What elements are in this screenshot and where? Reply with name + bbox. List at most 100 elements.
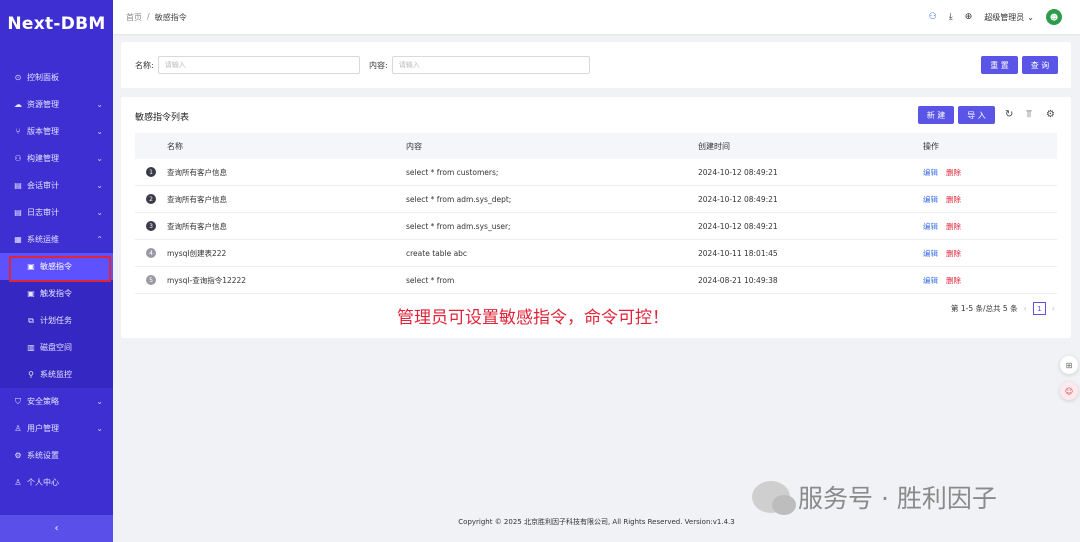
sidebar-collapse-button[interactable]: ‹ — [0, 515, 113, 542]
sidebar-item[interactable]: ⧉ 计划任务 — [0, 307, 113, 334]
avatar[interactable]: ☻ — [1046, 9, 1062, 25]
refresh-icon[interactable]: ↻ — [1005, 109, 1013, 120]
cell-name: mysql创建表222 — [167, 248, 227, 258]
new-button[interactable]: 新 建 — [918, 106, 954, 124]
sidebar-item-label: 系统设置 — [27, 451, 59, 460]
cell-name: 查询所有客户信息 — [167, 194, 227, 204]
delete-link[interactable]: 删除 — [946, 221, 961, 232]
row-index: 5 — [146, 275, 156, 285]
prev-page-icon[interactable]: ‹ — [1024, 304, 1027, 313]
settings-icon[interactable]: ⚙ — [1046, 109, 1055, 120]
delete-link[interactable]: 删除 — [946, 275, 961, 286]
cell-content: select * from — [406, 275, 455, 285]
sidebar-item-label: 安全策略 — [27, 397, 59, 406]
command-icon: ▣ — [27, 262, 35, 271]
search-panel: 名称: 请输入 内容: 请输入 重 置 查 询 — [121, 42, 1071, 88]
cell-name: 查询所有客户信息 — [167, 167, 227, 177]
sidebar-item[interactable]: ☁ 资源管理 ⌄ — [0, 91, 113, 118]
sidebar-item[interactable]: ▤ 日志审计 ⌄ — [0, 199, 113, 226]
trigger-icon: ▣ — [27, 289, 35, 298]
cell-time: 2024-10-12 08:49:21 — [698, 221, 778, 231]
sidebar-item[interactable]: ♙ 用户管理 ⌄ — [0, 415, 113, 442]
name-field-group: 名称: 请输入 — [135, 56, 360, 74]
shield-icon: ⛉ — [15, 396, 21, 406]
branch-icon: ⑂ — [15, 127, 21, 136]
sidebar-item[interactable]: ⚇ 构建管理 ⌄ — [0, 145, 113, 172]
header-actions: ⚇ ⤓ ⊕ 超级管理员 ⌄ ☻ — [929, 0, 1062, 34]
cloud-icon: ☁ — [14, 100, 22, 109]
sidebar-item-label: 控制面板 — [27, 73, 59, 82]
sidebar-item[interactable]: ⊙ 控制面板 — [0, 64, 113, 91]
globe-icon[interactable]: ⊕ — [965, 12, 973, 22]
assistant-float-icon[interactable]: ☺ — [1060, 382, 1078, 400]
sidebar-menu: ⊙ 控制面板 ☁ 资源管理 ⌄ ⑂ 版本管理 ⌄ ⚇ 构建管理 ⌄ ▤ 会话审计 ⌄ ▤ 日志审计 ⌄ ▦ 系统运维… — [0, 64, 113, 496]
table-body: 1 查询所有客户信息 select * from customers; 2024-10… — [135, 159, 1057, 294]
sidebar-item[interactable]: ⚙ 系统设置 — [0, 442, 113, 469]
chevron-icon: ⌄ — [96, 100, 103, 109]
cell-time: 2024-10-12 08:49:21 — [698, 167, 778, 177]
apps-float-icon[interactable]: ⊞ — [1060, 356, 1078, 374]
list-title: 敏感指令列表 — [135, 113, 190, 123]
next-page-icon[interactable]: › — [1052, 304, 1055, 313]
sidebar-item-label: 系统运维 — [27, 235, 59, 244]
table-row: 4 mysql创建表222 create table abc 2024-10-11 1… — [135, 240, 1057, 267]
chevron-icon: ⌃ — [96, 235, 103, 244]
cell-content: create table abc — [406, 248, 468, 258]
sidebar-item-label: 用户管理 — [27, 424, 59, 433]
name-input[interactable]: 请输入 — [157, 56, 360, 74]
sidebar-item[interactable]: ▦ 系统运维 ⌃ — [0, 226, 113, 253]
sidebar-item[interactable]: ▥ 磁盘空间 — [0, 334, 113, 361]
edit-link[interactable]: 编辑 — [923, 248, 938, 259]
content-input[interactable]: 请输入 — [391, 56, 590, 74]
user-icon: ♙ — [14, 424, 22, 433]
sidebar-item[interactable]: ⛉ 安全策略 ⌄ — [0, 388, 113, 415]
sidebar-item[interactable]: ⚲ 系统监控 — [0, 361, 113, 388]
sidebar-item[interactable]: ▣ 触发指令 — [0, 280, 113, 307]
query-button[interactable]: 查 询 — [1022, 56, 1058, 74]
breadcrumb-home[interactable]: 首页 — [126, 12, 142, 23]
delete-link[interactable]: 删除 — [946, 194, 961, 205]
app-logo: Next-DBM — [7, 14, 106, 34]
download-icon[interactable]: ⤓ — [949, 12, 953, 22]
edit-link[interactable]: 编辑 — [923, 221, 938, 232]
import-button[interactable]: 导 入 — [958, 106, 995, 124]
sidebar-item-label: 资源管理 — [27, 100, 59, 109]
table-row: 5 mysql-查询指令12222 select * from 2024-08-21 … — [135, 267, 1057, 294]
page-1-button[interactable]: 1 — [1032, 302, 1046, 315]
watermark-text: 服务号 · 胜利因子 — [798, 484, 997, 513]
column-ops: 操作 — [923, 141, 939, 151]
sidebar-item-label: 日志审计 — [27, 208, 59, 217]
row-index: 4 — [146, 248, 156, 258]
pagination: 第 1-5 条/总共 5 条 ‹ 1 › — [951, 302, 1055, 315]
breadcrumb: 首页 / 敏感指令 — [126, 12, 187, 23]
row-index: 1 — [146, 167, 156, 177]
cell-content: select * from customers; — [406, 167, 499, 177]
sidebar-item-label: 磁盘空间 — [40, 343, 72, 352]
breadcrumb-current: 敏感指令 — [154, 12, 187, 22]
chevron-icon: ⌄ — [96, 154, 103, 163]
edit-link[interactable]: 编辑 — [923, 167, 938, 178]
column-height-icon[interactable]: ⫪ — [1026, 109, 1032, 120]
command-list-panel: 敏感指令列表 新 建 导 入 ↻ ⫪ ⚙ 名称 内容 创建时间 操作 1 查询所有… — [121, 97, 1071, 338]
sidebar-item[interactable]: ▤ 会话审计 ⌄ — [0, 172, 113, 199]
pagination-summary: 第 1-5 条/总共 5 条 — [951, 304, 1018, 313]
gear-icon: ⚙ — [14, 451, 22, 460]
delete-link[interactable]: 删除 — [946, 167, 961, 178]
watermark: 服务号 · 胜利因子 — [752, 479, 997, 515]
sitemap-icon[interactable]: ⚇ — [929, 12, 937, 22]
build-icon: ⚇ — [14, 154, 22, 163]
edit-link[interactable]: 编辑 — [923, 275, 938, 286]
sidebar-item[interactable]: ▣ 敏感指令 — [0, 253, 113, 280]
person-icon: ♙ — [14, 478, 22, 487]
chevron-left-icon: ‹ — [54, 523, 59, 534]
table-row: 2 查询所有客户信息 select * from adm.sys_dept; 2024… — [135, 186, 1057, 213]
column-content: 内容 — [406, 141, 422, 151]
delete-link[interactable]: 删除 — [946, 248, 961, 259]
footer-copyright: Copyright © 2025 北京胜利因子科技有限公司, All Right… — [458, 518, 735, 526]
sidebar-item[interactable]: ♙ 个人中心 — [0, 469, 113, 496]
edit-link[interactable]: 编辑 — [923, 194, 938, 205]
chevron-icon: ⌄ — [96, 424, 103, 433]
reset-button[interactable]: 重 置 — [981, 56, 1018, 74]
sidebar-item[interactable]: ⑂ 版本管理 ⌄ — [0, 118, 113, 145]
user-menu[interactable]: 超级管理员 ⌄ — [984, 12, 1034, 23]
